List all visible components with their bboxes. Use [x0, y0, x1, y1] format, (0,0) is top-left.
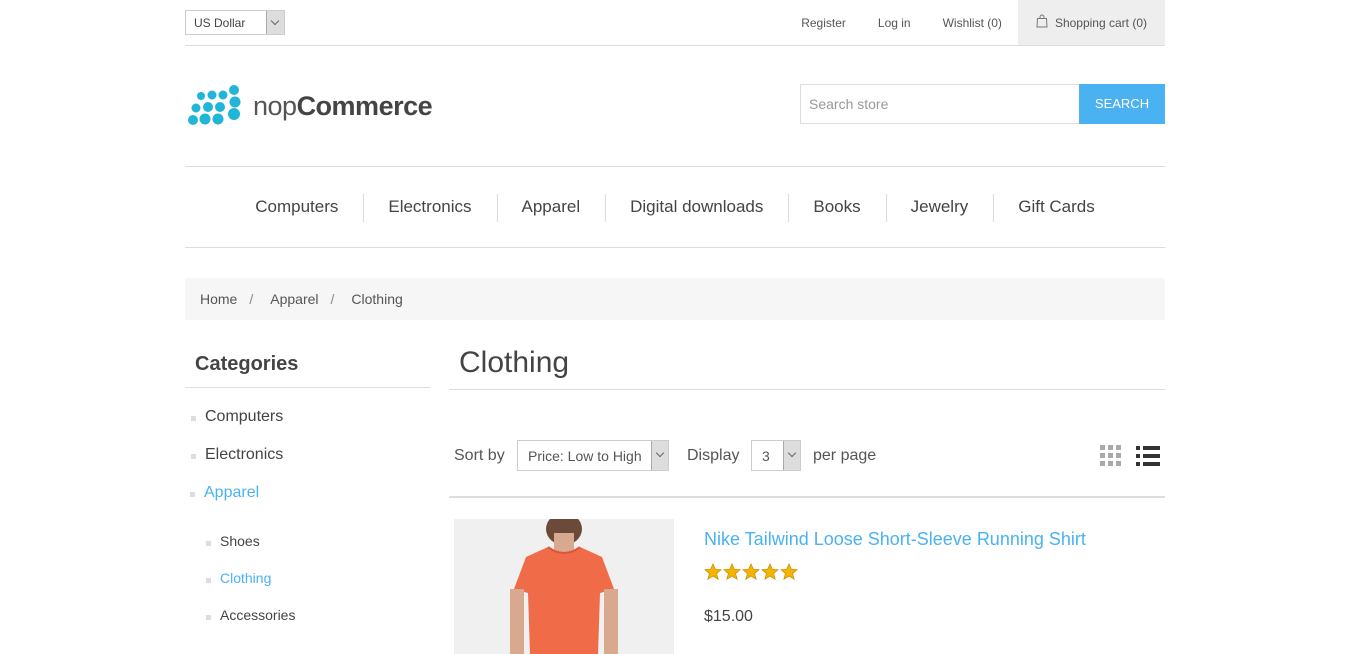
display-label: Display: [687, 447, 740, 464]
header-top-bar: US Dollar Register Log in Wishlist (0) S…: [185, 0, 1165, 46]
wishlist-link[interactable]: Wishlist (0): [927, 0, 1018, 45]
breadcrumb: Home / Apparel / Clothing: [185, 278, 1165, 320]
product-image[interactable]: [454, 519, 674, 654]
breadcrumb-current: Clothing: [351, 291, 403, 307]
sidebar-item-computers[interactable]: Computers: [190, 408, 283, 426]
product-title-link[interactable]: Nike Tailwind Loose Short-Sleeve Running…: [704, 529, 1086, 550]
product-rating: [703, 562, 799, 583]
store-logo[interactable]: nopCommerce: [187, 84, 433, 128]
menu-item-gift-cards[interactable]: Gift Cards: [993, 194, 1120, 222]
star-icon: [703, 562, 723, 581]
star-icon: [741, 562, 761, 581]
top-menu: Computers Electronics Apparel Digital do…: [185, 166, 1165, 248]
breadcrumb-home[interactable]: Home: [200, 291, 237, 307]
star-icon: [722, 562, 742, 581]
shopping-cart-label: Shopping cart (0): [1054, 15, 1147, 30]
logo-dots-icon: [188, 85, 241, 125]
logo-text: nopCommerce: [253, 90, 433, 122]
sidebar-subitem-clothing[interactable]: Clothing: [205, 570, 271, 586]
chevron-down-icon: [266, 11, 284, 34]
sidebar-item-apparel[interactable]: Apparel: [189, 484, 259, 502]
bag-icon: [1036, 14, 1048, 27]
sidebar-subitem-accessories[interactable]: Accessories: [205, 607, 295, 623]
register-link[interactable]: Register: [785, 0, 862, 45]
page-title: Clothing: [449, 340, 1165, 390]
product-price: $15.00: [704, 608, 753, 625]
currency-select[interactable]: US Dollar: [185, 10, 285, 35]
login-link[interactable]: Log in: [862, 0, 927, 45]
sidebar-subitem-shoes[interactable]: Shoes: [206, 533, 260, 549]
page-size-value: 3: [762, 448, 770, 464]
search-button[interactable]: Search: [1079, 84, 1165, 124]
star-icon: [760, 562, 780, 581]
breadcrumb-separator: /: [330, 291, 335, 307]
categories-title: Categories: [185, 340, 430, 388]
breadcrumb-separator: /: [249, 291, 254, 307]
menu-item-computers[interactable]: Computers: [230, 197, 363, 217]
list-view-icon[interactable]: [1136, 445, 1160, 467]
sidebar-item-electronics[interactable]: Electronics: [190, 446, 283, 464]
shopping-cart-link[interactable]: Shopping cart (0): [1017, 0, 1165, 45]
currency-value: US Dollar: [194, 16, 246, 30]
page-size-select[interactable]: 3: [751, 440, 801, 471]
sort-select-value: Price: Low to High: [528, 448, 642, 464]
search-input[interactable]: Search store: [800, 84, 1080, 124]
chevron-down-icon: [651, 441, 668, 470]
sort-select[interactable]: Price: Low to High: [517, 440, 669, 471]
sort-by-label: Sort by: [454, 447, 505, 464]
header-links: Register Log in Wishlist (0) Shopping ca…: [785, 0, 1165, 45]
menu-item-jewelry[interactable]: Jewelry: [885, 194, 994, 222]
chevron-down-icon: [783, 441, 800, 470]
menu-item-books[interactable]: Books: [788, 194, 885, 222]
logo-text-light: nop: [253, 90, 297, 121]
per-page-label: per page: [813, 447, 877, 464]
menu-item-apparel[interactable]: Apparel: [496, 194, 606, 222]
shirt-image: [454, 519, 674, 654]
star-icon: [779, 562, 799, 581]
grid-view-icon[interactable]: [1100, 445, 1122, 467]
menu-item-digital-downloads[interactable]: Digital downloads: [605, 194, 788, 222]
product-toolbar: Sort by Price: Low to High Display 3 per…: [449, 440, 1165, 498]
breadcrumb-apparel[interactable]: Apparel: [270, 291, 318, 307]
logo-text-bold: Commerce: [296, 90, 433, 121]
menu-item-electronics[interactable]: Electronics: [363, 194, 496, 222]
